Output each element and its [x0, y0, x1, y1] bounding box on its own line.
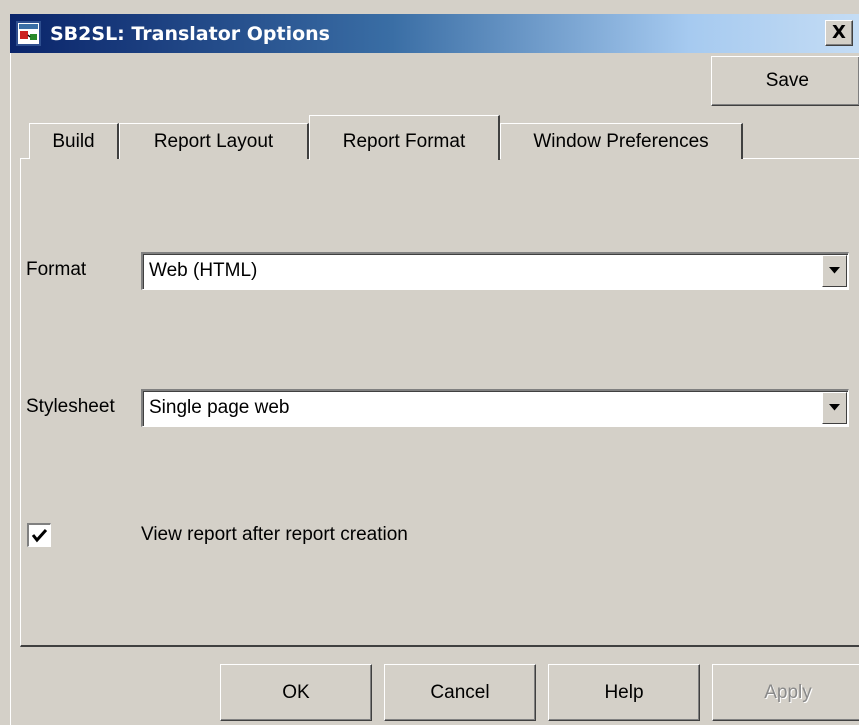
stylesheet-select[interactable]: Single page web — [141, 389, 849, 427]
tab-window-preferences[interactable]: Window Preferences — [500, 123, 743, 159]
format-label: Format — [26, 259, 87, 280]
tab-build[interactable]: Build — [29, 123, 119, 159]
ok-button[interactable]: OK — [220, 664, 372, 721]
view-report-label: View report after report creation — [141, 524, 408, 545]
app-icon — [16, 21, 41, 46]
help-button[interactable]: Help — [548, 664, 700, 721]
view-report-checkbox[interactable] — [27, 523, 51, 547]
stylesheet-dropdown-button[interactable] — [822, 392, 847, 424]
title-bar[interactable]: SB2SL: Translator Options X — [10, 14, 859, 53]
window-edge — [10, 53, 11, 725]
cancel-button[interactable]: Cancel — [384, 664, 536, 721]
translator-options-window: SB2SL: Translator Options X Save Build R… — [0, 0, 859, 725]
close-button[interactable]: X — [825, 20, 853, 46]
stylesheet-value: Single page web — [149, 397, 290, 418]
apply-button[interactable]: Apply — [712, 664, 859, 721]
save-button[interactable]: Save — [711, 56, 859, 106]
format-value: Web (HTML) — [149, 260, 258, 281]
window-title: SB2SL: Translator Options — [50, 23, 330, 45]
chevron-down-icon — [829, 267, 840, 274]
tab-report-layout[interactable]: Report Layout — [119, 123, 309, 159]
checkmark-icon — [31, 528, 48, 543]
format-select[interactable]: Web (HTML) — [141, 252, 849, 290]
chevron-down-icon — [829, 404, 840, 411]
close-icon: X — [832, 22, 846, 43]
format-dropdown-button[interactable] — [822, 255, 847, 287]
tab-report-format[interactable]: Report Format — [309, 115, 500, 160]
stylesheet-label: Stylesheet — [26, 396, 115, 417]
